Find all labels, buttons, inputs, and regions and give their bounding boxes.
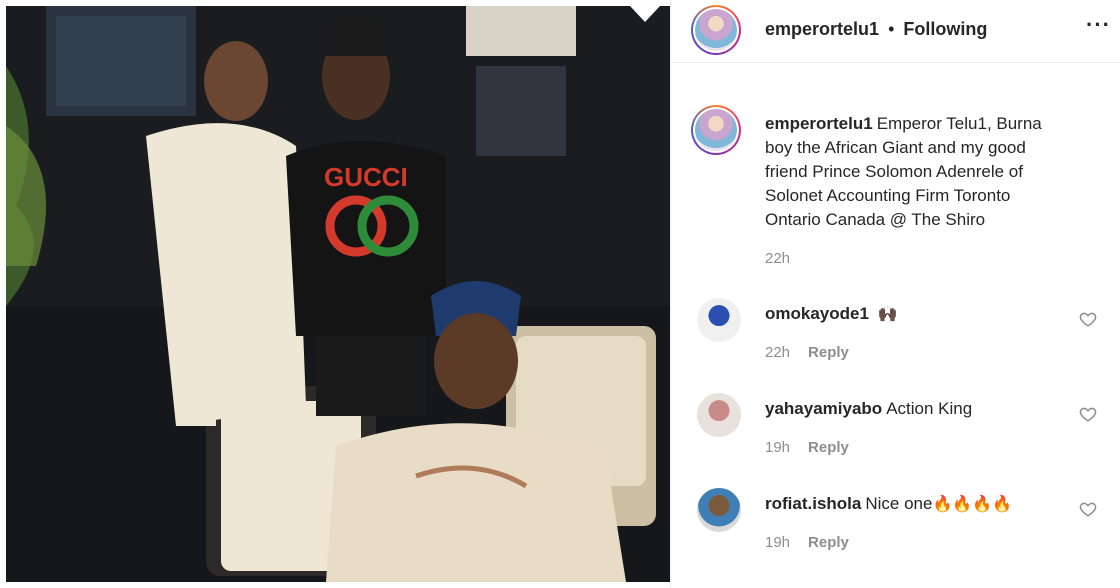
comment-emoji: 🙌🏿 — [877, 306, 898, 323]
svg-text:GUCCI: GUCCI — [324, 162, 408, 192]
comment-item: rofiat.ishola Nice one🔥🔥🔥🔥 19h Reply — [671, 488, 1120, 568]
like-heart-icon[interactable] — [1079, 310, 1097, 328]
comment-username[interactable]: yahayamiyabo — [765, 399, 882, 418]
author-username[interactable]: emperortelu1 — [765, 19, 879, 39]
post-photo[interactable]: GUCCI — [6, 6, 670, 582]
author-avatar[interactable] — [691, 5, 741, 55]
comment-item: yahayamiyabo Action King 19h Reply — [671, 393, 1120, 473]
caption-username[interactable]: emperortelu1 — [765, 114, 873, 133]
comment-meta: 19h Reply — [765, 439, 849, 456]
comment-text: Action King — [886, 399, 973, 418]
comment-timestamp[interactable]: 19h — [765, 534, 790, 551]
like-heart-icon[interactable] — [1079, 405, 1097, 423]
commenter-avatar[interactable] — [697, 393, 741, 437]
comment-body: omokayode1 🙌🏿 — [765, 304, 898, 324]
following-button[interactable]: Following — [903, 19, 987, 39]
like-heart-icon[interactable] — [1079, 500, 1097, 518]
header-separator: • — [888, 19, 895, 39]
reply-button[interactable]: Reply — [808, 344, 849, 361]
caption-timestamp[interactable]: 22h — [765, 250, 790, 267]
header-title: emperortelu1 • Following — [765, 19, 987, 40]
comment-emoji: 🔥🔥🔥🔥 — [932, 496, 1013, 513]
comment-body: yahayamiyabo Action King — [765, 399, 972, 419]
post-header: emperortelu1 • Following ··· — [671, 0, 1120, 63]
comment-meta: 19h Reply — [765, 534, 849, 551]
reply-button[interactable]: Reply — [808, 534, 849, 551]
comment-timestamp[interactable]: 19h — [765, 439, 790, 456]
commenter-avatar[interactable] — [697, 488, 741, 532]
post-sidebar: emperortelu1 • Following ··· emperortelu… — [670, 0, 1120, 588]
comment-item: omokayode1 🙌🏿 22h Reply — [671, 298, 1120, 378]
caption-author-avatar[interactable] — [691, 105, 741, 155]
commenter-avatar[interactable] — [697, 298, 741, 342]
comment-timestamp[interactable]: 22h — [765, 344, 790, 361]
comment-body: rofiat.ishola Nice one🔥🔥🔥🔥 — [765, 494, 1012, 514]
instagram-post: GUCCI emperortelu1 • Following ··· emper… — [0, 0, 1120, 588]
comment-username[interactable]: omokayode1 — [765, 304, 869, 323]
post-caption: emperortelu1 Emperor Telu1, Burna boy the… — [765, 112, 1065, 232]
photo-illustration: GUCCI — [6, 6, 670, 582]
reply-button[interactable]: Reply — [808, 439, 849, 456]
comment-meta: 22h Reply — [765, 344, 849, 361]
more-options-icon[interactable]: ··· — [1086, 14, 1111, 36]
comment-username[interactable]: rofiat.ishola — [765, 494, 861, 513]
comment-text: Nice one — [865, 494, 933, 513]
